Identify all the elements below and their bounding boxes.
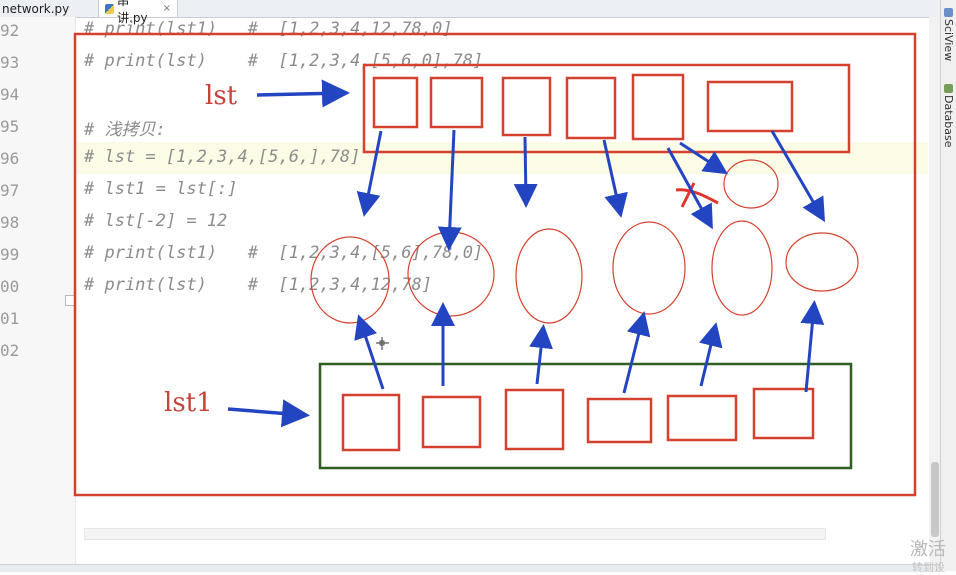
lst1-slot (752, 387, 815, 440)
lst-slot (631, 73, 685, 141)
lst-slot (501, 76, 552, 137)
reference-arrow (513, 136, 538, 208)
lst1-slot (666, 394, 738, 442)
lst1-slot (504, 388, 565, 451)
activation-watermark-sub: 转到设 (912, 561, 945, 574)
reference-arrow (622, 311, 651, 394)
activation-watermark: 激活 (910, 539, 946, 560)
reference-arrow (354, 314, 385, 390)
database-icon (944, 84, 953, 93)
tool-tab-sciview[interactable]: SciView (942, 8, 955, 61)
label-lst1: lst1 (164, 388, 213, 418)
horizontal-scrollbar[interactable] (84, 528, 826, 540)
crosshair-cursor-icon (376, 337, 389, 350)
label-lst: lst (205, 81, 238, 111)
right-tool-strip: SciView Database (940, 0, 956, 571)
value-object (407, 231, 495, 317)
value-object (515, 228, 583, 324)
reference-arrow (437, 129, 462, 251)
lst-slot (429, 76, 484, 129)
outer-frame (73, 32, 917, 497)
sciview-icon (944, 8, 953, 17)
value-object-replaced (723, 159, 779, 209)
lst1-slot (586, 397, 653, 444)
label-arrow (256, 79, 350, 108)
tool-tab-label: SciView (942, 19, 955, 62)
lst-slot (565, 76, 617, 140)
tool-tab-label: Database (942, 95, 955, 148)
annotation-overlay: lst lst1 (73, 32, 917, 497)
label-arrow (227, 399, 310, 428)
value-object (711, 220, 773, 316)
lst-slot (372, 76, 419, 129)
value-object (612, 221, 686, 315)
editor-scrollbar-thumb[interactable] (931, 462, 939, 537)
reference-arrow (800, 300, 825, 393)
reference-arrow (699, 322, 723, 387)
reference-arrow (529, 324, 553, 385)
reference-arrow (770, 130, 826, 223)
value-object (785, 232, 859, 292)
lst-slot (706, 80, 794, 133)
lst1-slot (341, 393, 401, 452)
reference-arrow (679, 141, 729, 175)
lst1-slot (421, 395, 482, 449)
tool-tab-database[interactable]: Database (942, 84, 955, 148)
value-object (310, 236, 390, 324)
reference-arrow (356, 130, 383, 217)
